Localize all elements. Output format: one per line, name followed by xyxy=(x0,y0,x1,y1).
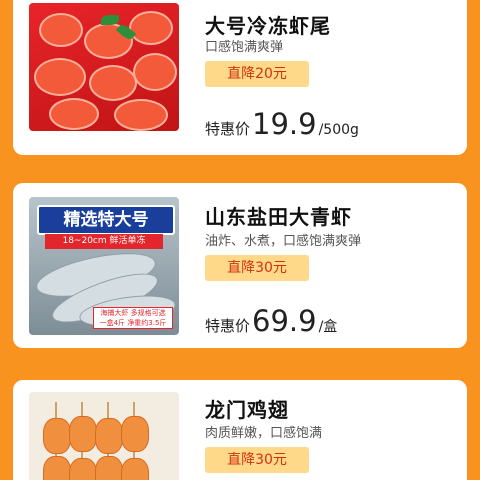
shrimp-shape xyxy=(49,98,99,130)
price-unit: /盒 xyxy=(318,319,338,335)
image-note-line: 海捕大虾 多规格可选 xyxy=(100,309,166,317)
product-card[interactable]: 大号冷冻虾尾 口感饱满爽弹 直降20元 特惠价19.9/500g xyxy=(13,0,467,155)
product-card[interactable]: 精选特大号 18~20cm 鲜活单冻 海捕大虾 多规格可选 一盒4斤 净重约3.… xyxy=(13,183,467,348)
product-image-prawns[interactable]: 精选特大号 18~20cm 鲜活单冻 海捕大虾 多规格可选 一盒4斤 净重约3.… xyxy=(29,197,179,335)
product-title[interactable]: 山东盐田大青虾 xyxy=(205,201,352,230)
price-value: 19.9 xyxy=(252,107,317,141)
image-note: 海捕大虾 多规格可选 一盒4斤 净重约3.5斤 xyxy=(93,307,173,329)
product-list: 大号冷冻虾尾 口感饱满爽弹 直降20元 特惠价19.9/500g 精选特大号 1… xyxy=(0,0,480,480)
product-description: 油炸、水煮，口感饱满爽弹 xyxy=(205,234,362,249)
price-label: 特惠价 xyxy=(205,120,251,138)
product-title[interactable]: 龙门鸡翅 xyxy=(205,394,289,423)
price-value: 69.9 xyxy=(252,304,317,338)
price-row: 特惠价69.9/盒 xyxy=(205,304,337,338)
product-title[interactable]: 大号冷冻虾尾 xyxy=(205,10,331,39)
wing-shape xyxy=(43,418,71,454)
leaf-garnish xyxy=(101,15,119,25)
discount-badge: 直降30元 xyxy=(205,447,309,473)
shrimp-shape xyxy=(34,58,86,96)
image-note-line: 一盒4斤 净重约3.5斤 xyxy=(99,319,167,327)
discount-badge: 直降20元 xyxy=(205,61,309,87)
price-label: 特惠价 xyxy=(205,317,251,335)
image-banner: 精选特大号 xyxy=(37,205,175,235)
wing-shape xyxy=(121,416,149,452)
wing-shape xyxy=(95,456,123,480)
product-image-shrimp-tails[interactable] xyxy=(29,3,179,131)
discount-badge: 直降30元 xyxy=(205,255,309,281)
wing-shape xyxy=(69,416,97,452)
shrimp-shape xyxy=(89,65,137,101)
wing-shape xyxy=(43,456,71,480)
wing-shape xyxy=(95,418,123,454)
image-subbanner: 18~20cm 鲜活单冻 xyxy=(45,234,163,249)
product-description: 口感饱满爽弹 xyxy=(205,40,284,55)
shrimp-shape xyxy=(133,53,177,91)
product-card[interactable]: 龙门鸡翅 肉质鲜嫩，口感饱满 直降30元 xyxy=(13,380,467,480)
price-row: 特惠价19.9/500g xyxy=(205,107,359,141)
shrimp-shape xyxy=(129,11,173,45)
price-unit: /500g xyxy=(318,122,359,138)
shrimp-shape xyxy=(39,13,83,47)
product-image-chicken-wings[interactable] xyxy=(29,392,179,480)
wing-shape xyxy=(69,458,97,480)
wing-shape xyxy=(121,458,149,480)
product-description: 肉质鲜嫩，口感饱满 xyxy=(205,426,323,441)
shrimp-shape xyxy=(114,99,168,131)
